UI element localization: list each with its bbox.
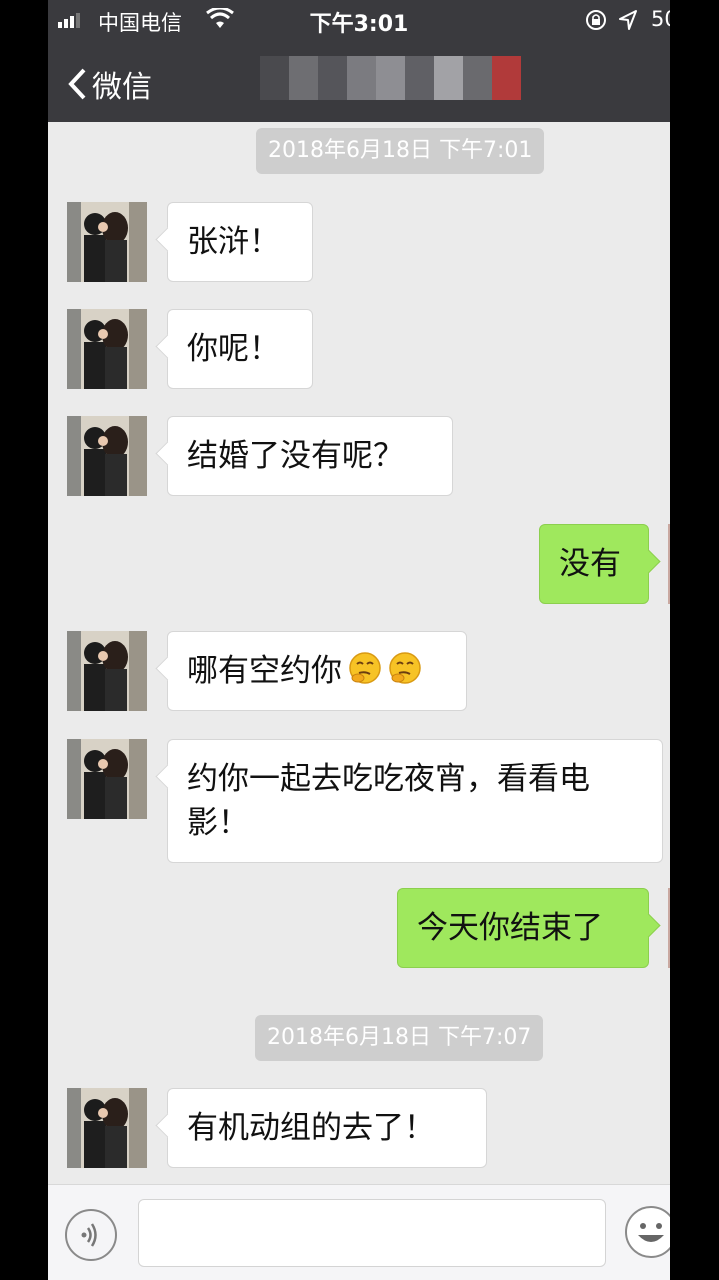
message-bubble[interactable]: 哪有空约你 bbox=[167, 631, 467, 711]
clock: 下午3:01 bbox=[309, 12, 409, 37]
message-text: 哪有空约你 bbox=[187, 653, 342, 689]
avatar-self[interactable] bbox=[668, 524, 670, 604]
message-text: 结婚了没有呢？ bbox=[187, 438, 404, 474]
blur-block bbox=[318, 56, 347, 100]
message-bubble[interactable]: 没有 bbox=[539, 524, 649, 604]
blur-block bbox=[376, 56, 405, 100]
message-bubble[interactable]: 张浒！ bbox=[167, 202, 313, 282]
blur-block bbox=[434, 56, 463, 100]
thinking-face-icon bbox=[389, 652, 421, 684]
avatar[interactable] bbox=[67, 309, 147, 389]
avatar[interactable] bbox=[67, 739, 147, 819]
blur-block bbox=[347, 56, 376, 100]
blur-block bbox=[405, 56, 434, 100]
battery-label: 50 bbox=[651, 7, 670, 31]
status-bar: 中国电信 下午3:01 50 bbox=[48, 0, 670, 40]
back-button[interactable]: 微信 bbox=[66, 62, 152, 106]
avatar-self[interactable] bbox=[668, 888, 670, 968]
chat-timestamp: 2018年6月18日 下午7:01 bbox=[256, 128, 545, 174]
input-bar bbox=[48, 1184, 670, 1280]
chat-title-blurred bbox=[260, 56, 521, 100]
message-text: 约你一起去吃吃夜宵，看看电影！ bbox=[187, 761, 590, 841]
message-bubble[interactable]: 你呢！ bbox=[167, 309, 313, 389]
blur-block bbox=[260, 56, 289, 100]
message-text: 没有 bbox=[559, 546, 621, 582]
blur-block bbox=[492, 56, 521, 100]
chat-timestamp: 2018年6月18日 下午7:07 bbox=[255, 1015, 544, 1061]
message-bubble[interactable]: 今天你结束了 bbox=[397, 888, 649, 968]
message-bubble[interactable]: 约你一起去吃吃夜宵，看看电影！ bbox=[167, 739, 663, 863]
rotation-lock-icon bbox=[586, 10, 606, 30]
message-bubble[interactable]: 有机动组的去了！ bbox=[167, 1088, 487, 1168]
wechat-screen: 中国电信 下午3:01 50 微信 2018年6月18日 下午7:01 2018年… bbox=[48, 0, 670, 1280]
message-input[interactable] bbox=[138, 1199, 606, 1267]
voice-icon bbox=[81, 1223, 97, 1247]
location-icon bbox=[619, 10, 637, 30]
back-label: 微信 bbox=[92, 70, 152, 105]
chevron-left-icon bbox=[68, 68, 86, 100]
emoji-smile-icon[interactable] bbox=[624, 1205, 670, 1259]
message-text: 张浒！ bbox=[187, 224, 280, 260]
thinking-face-icon bbox=[349, 652, 381, 684]
avatar[interactable] bbox=[67, 202, 147, 282]
message-text: 有机动组的去了！ bbox=[187, 1110, 435, 1146]
avatar[interactable] bbox=[67, 631, 147, 711]
blur-block bbox=[463, 56, 492, 100]
avatar[interactable] bbox=[67, 1088, 147, 1168]
voice-button[interactable] bbox=[65, 1209, 117, 1261]
message-text: 今天你结束了 bbox=[417, 910, 603, 946]
message-bubble[interactable]: 结婚了没有呢？ bbox=[167, 416, 453, 496]
message-text: 你呢！ bbox=[187, 331, 280, 367]
blur-block bbox=[289, 56, 318, 100]
avatar[interactable] bbox=[67, 416, 147, 496]
nav-bar: 微信 bbox=[48, 40, 670, 122]
